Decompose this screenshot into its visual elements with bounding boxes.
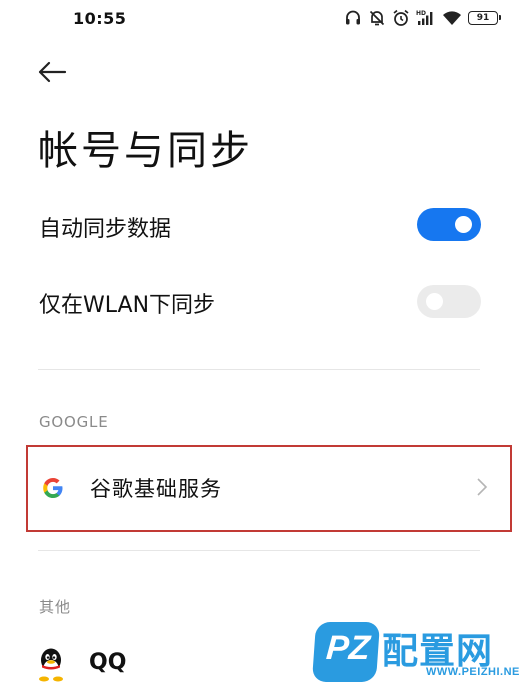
other-section-header: 其他 <box>39 598 72 616</box>
arrow-left-icon <box>38 61 67 83</box>
qq-label: QQ <box>89 650 127 675</box>
svg-text:HD: HD <box>416 10 426 17</box>
vibrate-off-icon <box>368 9 386 27</box>
auto-sync-toggle[interactable] <box>417 208 481 241</box>
watermark-logo: PZ 配置网 WWW.PEIZHI.NET <box>308 622 520 685</box>
toggle-knob <box>426 293 443 310</box>
status-bar: 10:55 HD 91 <box>0 0 520 38</box>
auto-sync-label: 自动同步数据 <box>39 217 172 242</box>
wlan-only-label: 仅在WLAN下同步 <box>39 293 216 318</box>
google-section-header: GOOGLE <box>39 413 109 431</box>
watermark-url: WWW.PEIZHI.NET <box>426 666 520 678</box>
back-button[interactable] <box>36 56 76 88</box>
wlan-only-row[interactable]: 仅在WLAN下同步 <box>0 274 520 334</box>
divider <box>38 550 480 551</box>
google-services-label: 谷歌基础服务 <box>90 477 222 501</box>
google-services-item[interactable]: 谷歌基础服务 <box>26 445 512 532</box>
status-icons: HD 91 <box>344 7 501 29</box>
divider <box>38 369 480 370</box>
watermark-badge: PZ <box>311 622 381 682</box>
watermark-badge-text: PZ <box>324 629 372 667</box>
wlan-only-toggle[interactable] <box>417 285 481 318</box>
google-icon <box>43 478 63 498</box>
battery-icon: 91 <box>468 11 501 25</box>
page-title: 帐号与同步 <box>38 128 253 174</box>
status-time: 10:55 <box>73 9 127 28</box>
auto-sync-row[interactable]: 自动同步数据 <box>0 198 520 258</box>
battery-level: 91 <box>476 13 490 23</box>
toggle-knob <box>455 216 472 233</box>
wifi-icon <box>442 9 462 27</box>
qq-penguin-icon <box>39 648 63 682</box>
alarm-icon <box>392 9 410 27</box>
chevron-right-icon <box>477 478 488 496</box>
headphones-icon <box>344 9 362 27</box>
hd-signal-icon: HD <box>416 9 436 27</box>
